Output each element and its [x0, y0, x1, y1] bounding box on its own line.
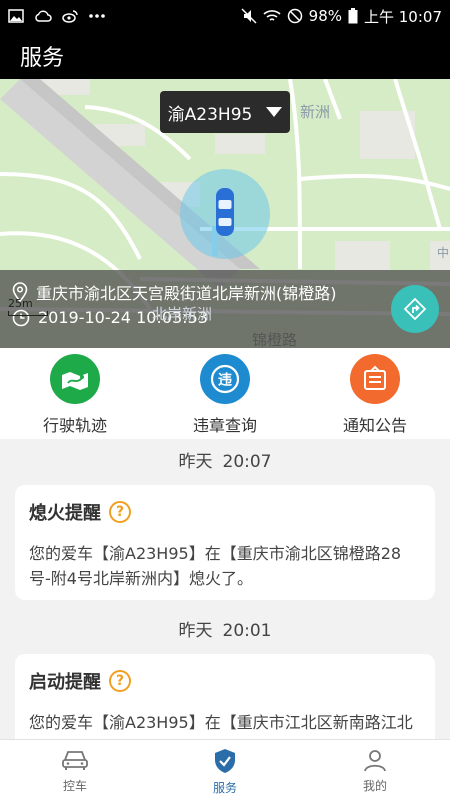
bottom-nav: 控车 服务 我的 [0, 739, 450, 800]
person-icon [364, 750, 386, 772]
image-icon [8, 9, 24, 23]
navigation-arrow-icon [403, 297, 427, 321]
map-scale: 25m [8, 297, 48, 316]
location-info-panel: 重庆市渝北区天宫殿街道北岸新洲(锦橙路) 2019-10-24 10:03:53… [0, 270, 450, 348]
car-icon [62, 751, 88, 770]
message-title: 熄火提醒 [29, 503, 101, 524]
message-time: 20:07 [222, 452, 272, 472]
chevron-down-icon [266, 107, 283, 117]
nav-label: 控车 [62, 779, 87, 793]
nav-control-car[interactable]: 控车 [0, 740, 150, 800]
page-title: 服务 [20, 45, 65, 71]
cloud-icon [35, 10, 52, 22]
car-location-marker[interactable] [180, 169, 270, 259]
date-separator: 昨天 20:01 [0, 608, 450, 654]
driving-track-label: 行驶轨迹 [42, 416, 107, 435]
map-road-label: 锦橙路 [252, 331, 298, 348]
violation-query-button[interactable]: 违 违章查询 [150, 348, 300, 439]
violation-query-label: 违章查询 [192, 416, 257, 435]
map-side-label: 中 [437, 246, 450, 260]
plate-selector[interactable]: 渝A23H95 [160, 91, 290, 133]
nav-label: 我的 [362, 779, 387, 793]
message-day: 昨天 [178, 452, 213, 472]
no-disturb-icon [287, 8, 302, 24]
battery-percent: 98% [308, 7, 342, 25]
message-card[interactable]: 启动提醒 ? 您的爱车【渝A23H95】在【重庆市江北区新南路江北石子山体育公园… [15, 654, 435, 739]
weibo-icon [62, 10, 78, 23]
battery-icon [348, 8, 358, 24]
date-separator: 昨天 20:07 [0, 439, 450, 485]
vehicle-map[interactable]: 新洲 中 渝A23H95 重庆市渝北区天宫殿街道北岸新洲(锦橙路) 2019-1… [0, 79, 450, 348]
message-day: 昨天 [178, 621, 213, 641]
svg-text:违: 违 [218, 372, 232, 389]
car-top-icon [216, 188, 234, 236]
map-scale-label: 25m [8, 297, 33, 310]
mute-icon [241, 8, 257, 24]
clock: 上午 10:07 [364, 7, 442, 26]
message-body: 您的爱车【渝A23H95】在【重庆市渝北区锦橙路28号-附4号北岸新洲内】熄火了… [29, 544, 402, 588]
help-icon[interactable]: ? [109, 501, 131, 523]
status-bar: 98% 上午 10:07 [0, 0, 450, 32]
wifi-icon [263, 10, 281, 21]
message-body: 您的爱车【渝A23H95】在【重庆市江北区新南路江北石子山体育公园东北297米】… [29, 713, 413, 739]
map-area-label-2: 北岸新洲 [152, 305, 213, 323]
vehicle-address: 重庆市渝北区天宫殿街道北岸新洲(锦橙路) [36, 284, 337, 303]
shield-check-icon [215, 749, 235, 773]
notice-button[interactable]: 通知公告 [300, 348, 450, 439]
nav-label: 服务 [212, 781, 237, 795]
message-title: 启动提醒 [29, 672, 101, 693]
plate-number: 渝A23H95 [167, 104, 253, 125]
nav-service[interactable]: 服务 [150, 740, 300, 800]
message-card[interactable]: 熄火提醒 ? 您的爱车【渝A23H95】在【重庆市渝北区锦橙路28号-附4号北岸… [15, 485, 435, 600]
map-area-label: 新洲 [300, 103, 331, 121]
message-time: 20:01 [222, 621, 272, 641]
navigate-button[interactable] [391, 285, 439, 333]
notice-board-icon [350, 354, 400, 404]
driving-track-button[interactable]: 行驶轨迹 [0, 348, 150, 439]
quick-actions: 行驶轨迹 违 违章查询 通知公告 [0, 348, 450, 439]
message-feed[interactable]: 昨天 20:07 熄火提醒 ? 您的爱车【渝A23H95】在【重庆市渝北区锦橙路2… [0, 439, 450, 739]
app-header: 服务 [0, 32, 450, 79]
route-map-icon [50, 354, 100, 404]
notice-label: 通知公告 [342, 416, 407, 435]
map-scale-bar [8, 311, 48, 316]
more-dots-icon [89, 14, 105, 18]
nav-mine[interactable]: 我的 [300, 740, 450, 800]
violation-icon: 违 [200, 354, 250, 404]
help-icon[interactable]: ? [109, 670, 131, 692]
